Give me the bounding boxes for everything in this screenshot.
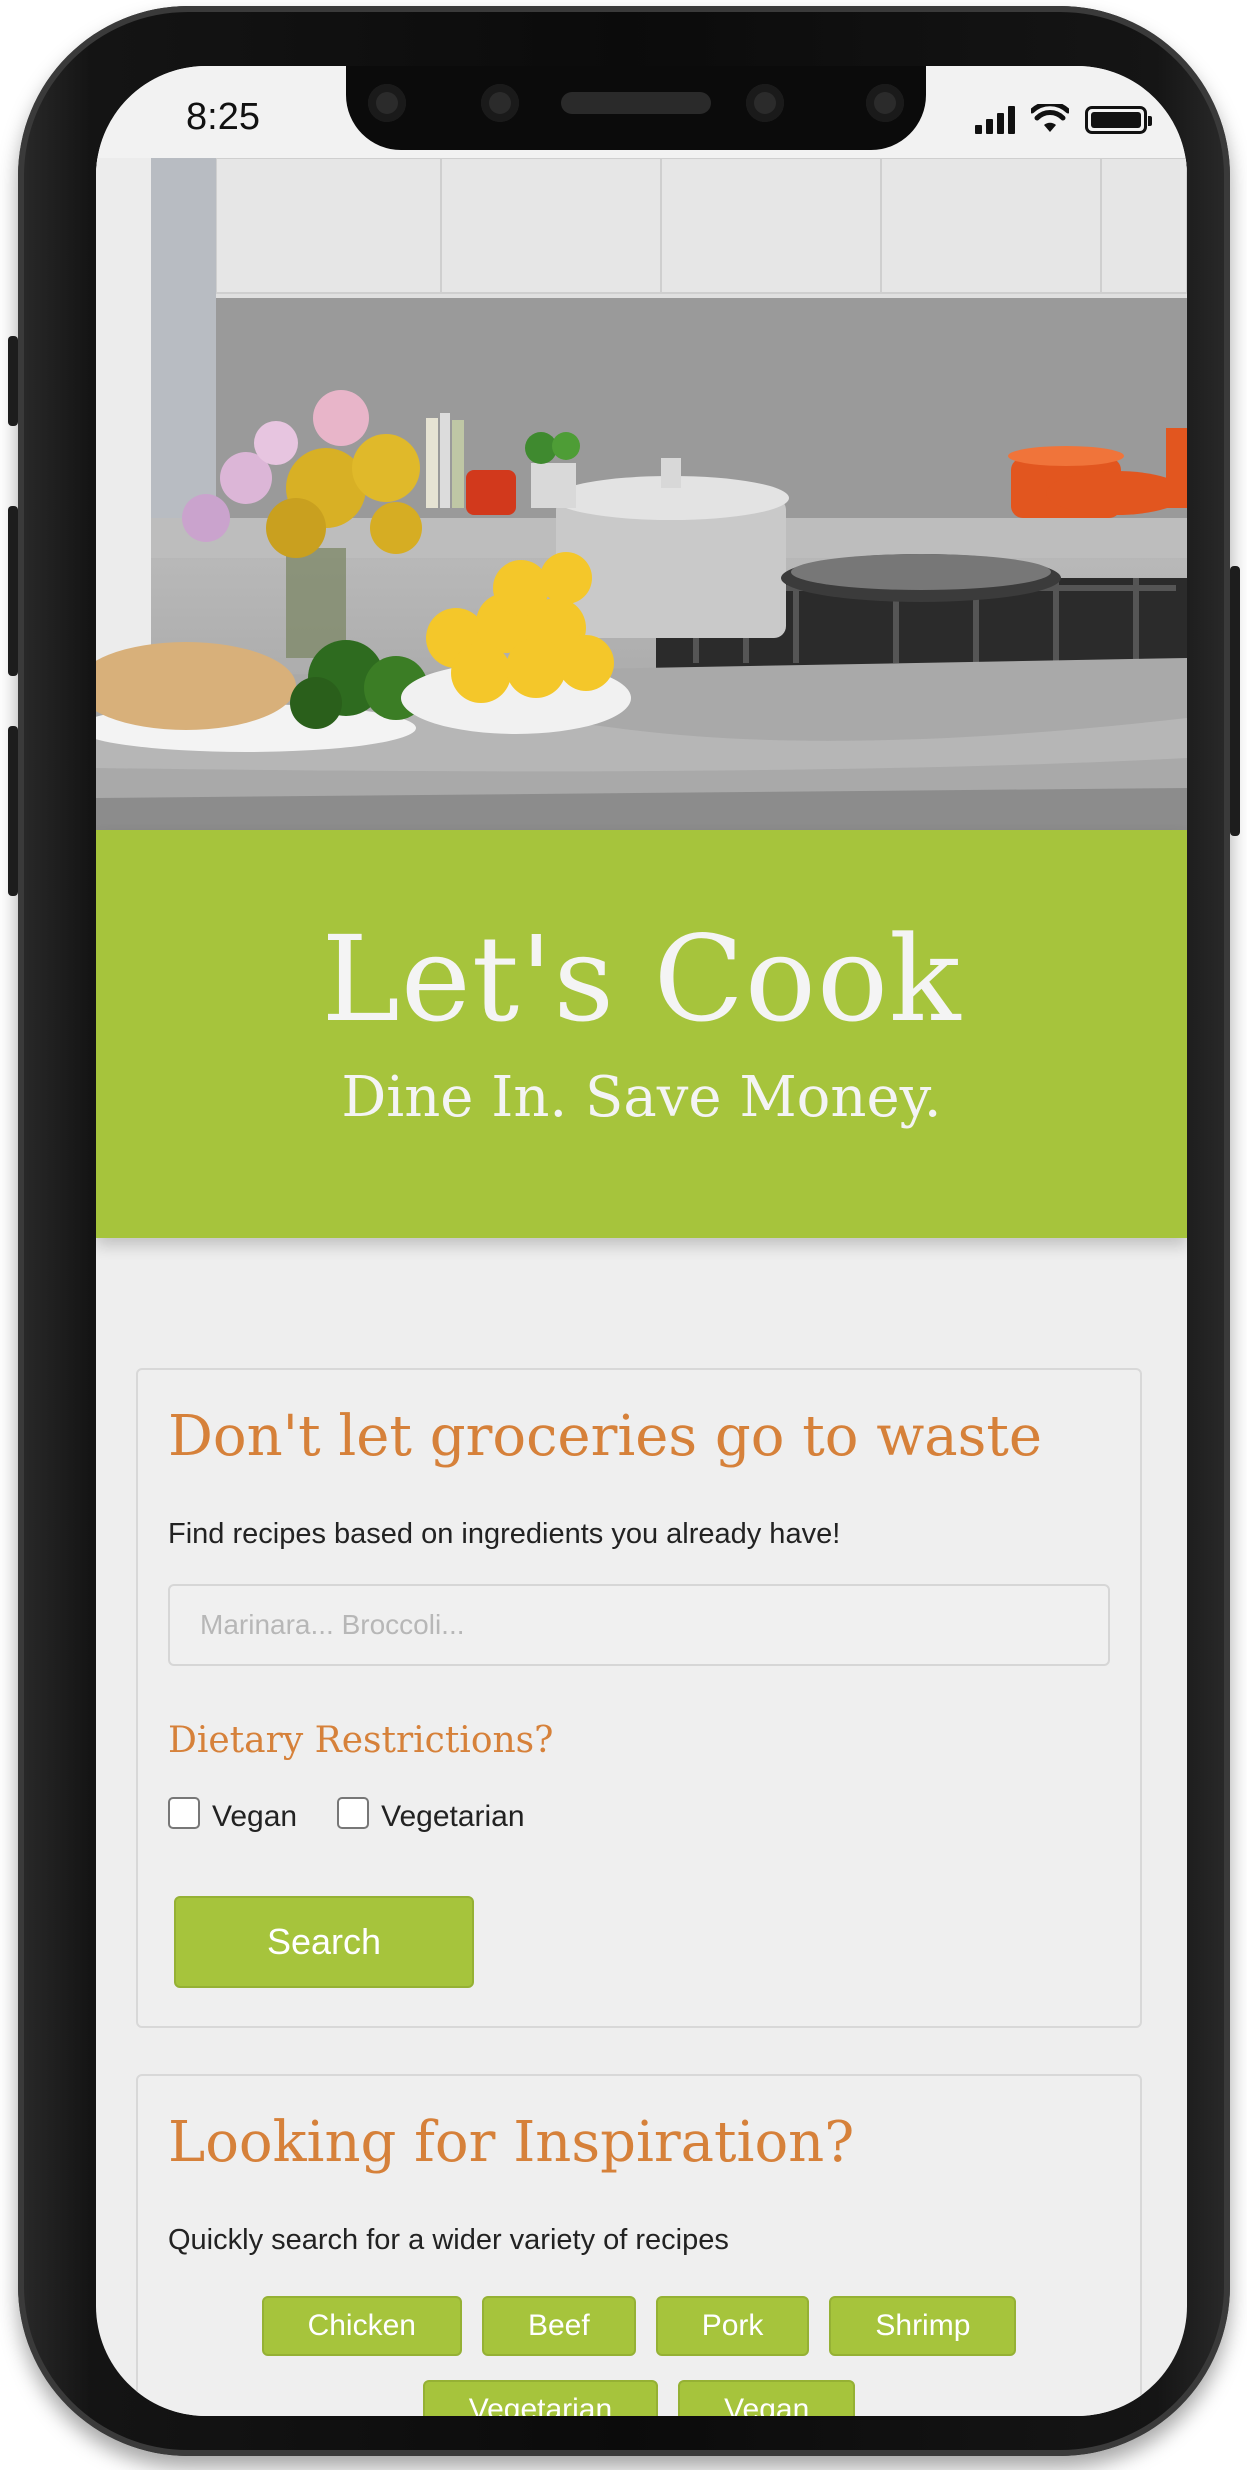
- chip-shrimp[interactable]: Shrimp: [829, 2296, 1017, 2356]
- camera-notch: [346, 66, 926, 150]
- front-camera-icon: [746, 84, 784, 122]
- ingredient-card-title: Don't let groceries go to waste: [168, 1404, 1043, 1469]
- kitchen-photo: [96, 158, 1187, 830]
- category-chips: Chicken Beef Pork Shrimp Vegetarian Vega…: [138, 2296, 1140, 2416]
- hero-kitchen-image: [96, 158, 1187, 830]
- hero-banner: Let's Cook Dine In. Save Money.: [96, 830, 1187, 1238]
- inspiration-card: Looking for Inspiration? Quickly search …: [136, 2074, 1142, 2416]
- volume-down-button: [8, 726, 18, 896]
- inspiration-card-title: Looking for Inspiration?: [168, 2110, 855, 2175]
- vegan-label: Vegan: [212, 1800, 298, 1833]
- proximity-sensor-icon: [866, 84, 904, 122]
- ingredient-search-input[interactable]: [168, 1584, 1110, 1666]
- dietary-options: Vegan Vegetarian: [168, 1797, 565, 1834]
- chip-vegan[interactable]: Vegan: [678, 2380, 856, 2416]
- vegan-option[interactable]: Vegan: [168, 1797, 298, 1834]
- ingredient-search-card: Don't let groceries go to waste Find rec…: [136, 1368, 1142, 2028]
- status-icons: [975, 104, 1152, 134]
- cellular-signal-icon: [975, 106, 1015, 134]
- banner-title: Let's Cook: [321, 910, 962, 1048]
- search-button[interactable]: Search: [174, 1896, 474, 1988]
- inspiration-card-description: Quickly search for a wider variety of re…: [168, 2224, 729, 2256]
- status-time: 8:25: [186, 96, 260, 138]
- vegetarian-option[interactable]: Vegetarian: [337, 1797, 525, 1834]
- chip-pork[interactable]: Pork: [655, 2296, 810, 2356]
- ingredient-card-description: Find recipes based on ingredients you al…: [168, 1518, 841, 1550]
- vegetarian-label: Vegetarian: [381, 1800, 525, 1833]
- phone-screen: 8:25 Let's Cook Dine In. Save Money. Don…: [96, 66, 1187, 2416]
- battery-icon: [1085, 106, 1152, 134]
- banner-subtitle: Dine In. Save Money.: [341, 1065, 942, 1130]
- volume-up-button: [8, 506, 18, 676]
- vegan-checkbox[interactable]: [168, 1797, 200, 1829]
- wifi-icon: [1031, 104, 1069, 132]
- power-button: [1230, 566, 1240, 836]
- vegetarian-checkbox[interactable]: [337, 1797, 370, 1829]
- phone-frame: 8:25 Let's Cook Dine In. Save Money. Don…: [8, 6, 1240, 2456]
- camera-lens-icon: [368, 84, 406, 122]
- dietary-restrictions-label: Dietary Restrictions?: [168, 1720, 554, 1761]
- chip-vegetarian[interactable]: Vegetarian: [422, 2380, 659, 2416]
- earpiece-speaker: [561, 92, 711, 114]
- silent-switch: [8, 336, 18, 426]
- chip-beef[interactable]: Beef: [481, 2296, 636, 2356]
- chip-chicken[interactable]: Chicken: [261, 2296, 462, 2356]
- sensor-icon: [481, 84, 519, 122]
